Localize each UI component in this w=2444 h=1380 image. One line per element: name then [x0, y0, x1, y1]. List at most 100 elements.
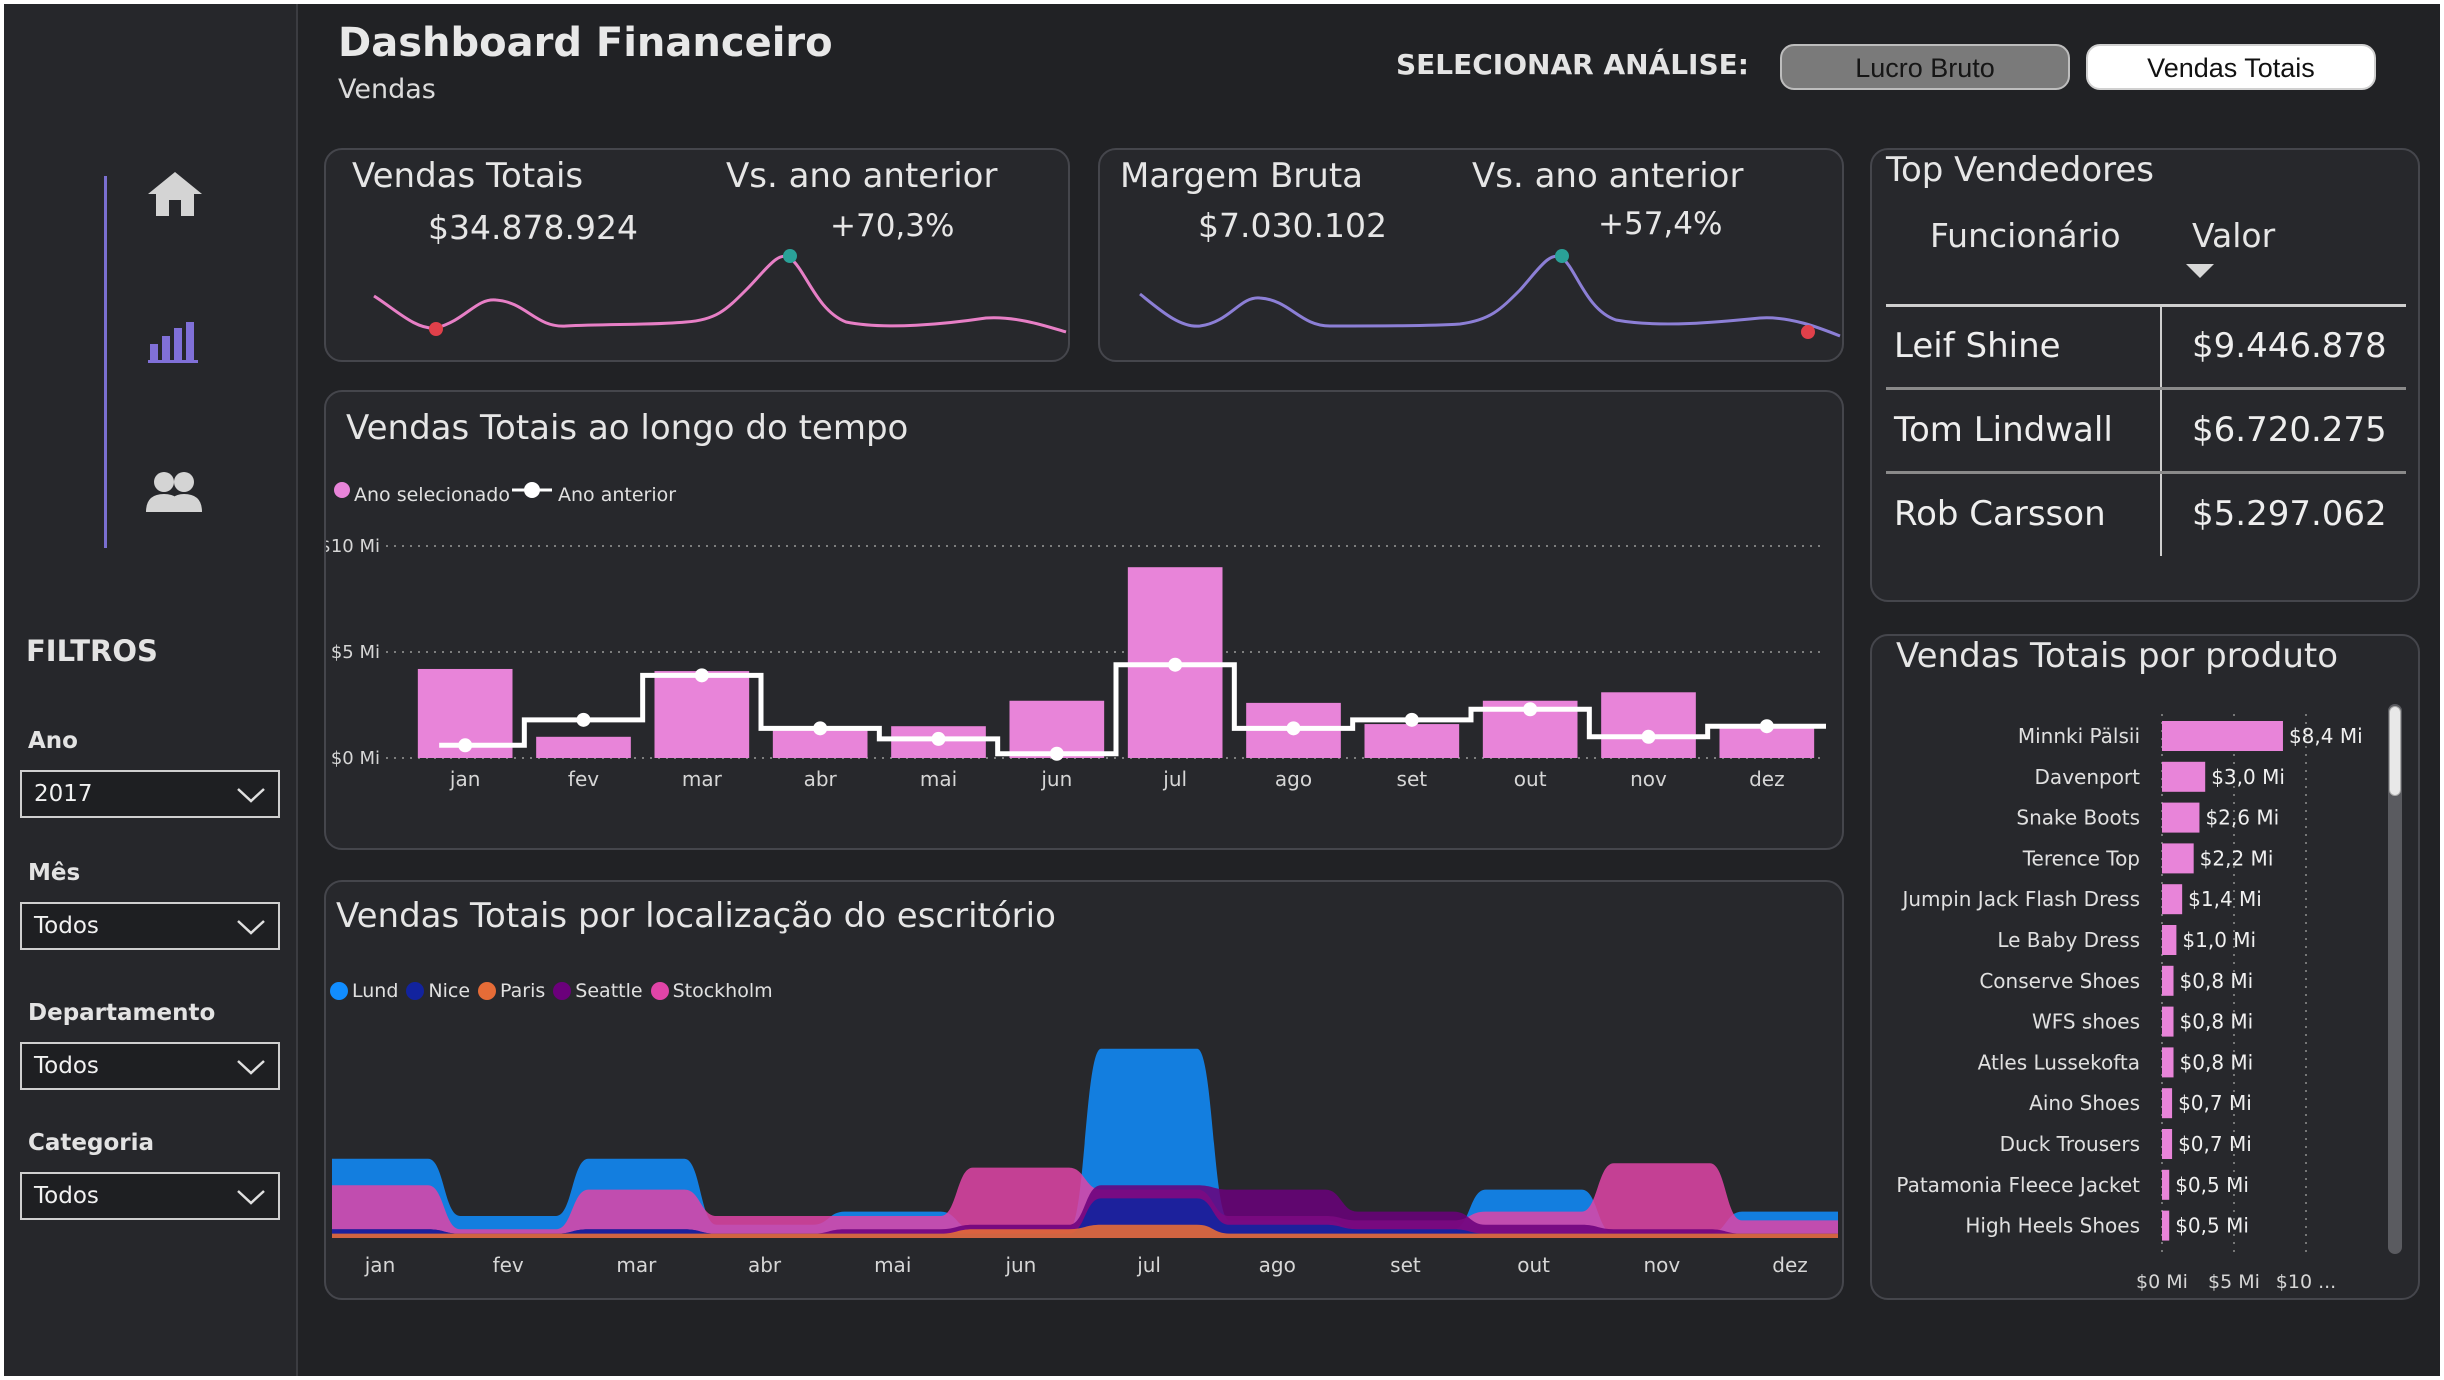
product-value-label: $1,0 Mi — [2182, 928, 2256, 952]
product-label: Davenport — [2035, 765, 2141, 789]
product-bar — [2162, 1088, 2173, 1119]
filter-category-dropdown[interactable]: Todos — [20, 1172, 280, 1220]
product-value-label: $0,5 Mi — [2175, 1173, 2249, 1197]
product-value-label: $0,7 Mi — [2178, 1091, 2252, 1115]
filter-year-dropdown[interactable]: 2017 — [20, 770, 280, 818]
page-subtitle: Vendas — [338, 74, 436, 105]
y-tick-label: $0 Mi — [331, 748, 380, 769]
previous-year-point — [1404, 712, 1419, 727]
chevron-down-icon — [237, 1060, 265, 1075]
kpi-margin-card: Margem Bruta Vs. ano anterior $7.030.102… — [1098, 148, 1844, 362]
table-row[interactable]: Rob Carsson $5.297.062 — [1886, 474, 2406, 558]
x-tick-label: set — [1390, 1253, 1421, 1277]
x-tick-label: ago — [1275, 767, 1312, 791]
previous-year-point — [694, 668, 709, 683]
product-bar — [2162, 925, 2177, 955]
analysis-select-label: SELECIONAR ANÁLISE: — [1396, 48, 1749, 81]
product-label: Terence Top — [2022, 846, 2140, 870]
filter-month-label: Mês — [28, 860, 81, 886]
filter-month-dropdown[interactable]: Todos — [20, 902, 280, 950]
previous-year-point — [1759, 719, 1774, 734]
sales-over-time-chart: $0 Mi $5 Mi $10 Mi jan fev mar abr mai jun jul ago… — [326, 536, 1826, 791]
x-tick-label: fev — [568, 767, 599, 791]
seller-name: Leif Shine — [1894, 326, 2061, 366]
sort-desc-icon[interactable] — [2186, 262, 2214, 280]
filter-month-value: Todos — [34, 913, 99, 939]
x-tick-label: mar — [616, 1253, 657, 1277]
x-tick-label: abr — [804, 767, 838, 791]
filter-category-value: Todos — [34, 1183, 99, 1209]
nav-indicator — [104, 176, 107, 548]
seller-name: Rob Carsson — [1894, 494, 2106, 534]
x-tick-label: $10 ... — [2276, 1271, 2336, 1293]
kpi-sales-card: Vendas Totais Vs. ano anterior $34.878.9… — [324, 148, 1070, 362]
filter-year-value: 2017 — [34, 781, 93, 807]
product-label: High Heels Shoes — [1965, 1214, 2140, 1238]
bar-chart-icon[interactable] — [146, 320, 200, 368]
product-label: Jumpin Jack Flash Dress — [1900, 887, 2140, 911]
filter-department-value: Todos — [34, 1053, 99, 1079]
previous-year-point — [931, 731, 946, 746]
chevron-down-icon — [237, 788, 265, 803]
product-value-label: $0,5 Mi — [2175, 1214, 2249, 1238]
product-bar — [2162, 1129, 2173, 1159]
product-bar — [2162, 721, 2283, 751]
x-tick-label: jul — [1136, 1253, 1161, 1277]
product-label: Le Baby Dress — [1997, 928, 2140, 952]
home-icon[interactable] — [146, 170, 204, 222]
product-bar — [2162, 965, 2174, 996]
previous-year-point — [1641, 729, 1656, 744]
previous-year-point — [1168, 657, 1183, 672]
kpi-sales-sparkline — [373, 249, 1067, 336]
product-bar — [2162, 761, 2206, 792]
bar-selected-year — [1364, 724, 1460, 758]
product-scrollbar-track[interactable] — [2388, 704, 2402, 1254]
product-scrollbar-thumb[interactable] — [2389, 706, 2401, 796]
table-row[interactable]: Tom Lindwall $6.720.275 — [1886, 390, 2406, 474]
filter-department-label: Departamento — [28, 1000, 216, 1026]
product-value-label: $2,2 Mi — [2200, 846, 2274, 870]
previous-year-point — [1523, 702, 1538, 717]
x-tick-label: jul — [1162, 767, 1187, 791]
x-tick-label: jun — [1040, 767, 1072, 791]
product-value-label: $0,7 Mi — [2178, 1132, 2252, 1156]
x-tick-label: mar — [682, 767, 723, 791]
lucro-bruto-button[interactable]: Lucro Bruto — [1780, 44, 2070, 90]
product-label: Snake Boots — [2016, 806, 2140, 830]
x-tick-label: mai — [920, 767, 957, 791]
bar-selected-year — [654, 671, 750, 758]
vendas-totais-button[interactable]: Vendas Totais — [2086, 44, 2376, 90]
top-sellers-title: Top Vendedores — [1886, 150, 2155, 190]
x-tick-label: abr — [748, 1253, 782, 1277]
previous-year-point — [576, 712, 591, 727]
table-row[interactable]: Leif Shine $9.446.878 — [1886, 306, 2406, 390]
seller-value: $6.720.275 — [2192, 410, 2387, 450]
x-tick-label: dez — [1772, 1253, 1808, 1277]
x-tick-label: mai — [874, 1253, 911, 1277]
page-title: Dashboard Financeiro — [338, 20, 833, 66]
col-header-employee[interactable]: Funcionário — [1930, 216, 2121, 255]
users-icon[interactable] — [144, 470, 204, 518]
seller-value: $9.446.878 — [2192, 326, 2387, 366]
previous-year-point — [1049, 746, 1064, 761]
chevron-down-icon — [237, 920, 265, 935]
x-tick-label: nov — [1630, 767, 1667, 791]
col-header-value[interactable]: Valor — [2192, 216, 2275, 255]
filters-title: FILTROS — [26, 634, 158, 668]
x-tick-label: set — [1397, 767, 1428, 791]
product-label: Atles Lussekofta — [1978, 1050, 2140, 1074]
filter-department-dropdown[interactable]: Todos — [20, 1042, 280, 1090]
previous-year-point — [458, 738, 473, 753]
product-value-label: $2,6 Mi — [2205, 806, 2279, 830]
product-label: Conserve Shoes — [1979, 969, 2140, 993]
x-tick-label: $5 Mi — [2208, 1271, 2260, 1293]
product-label: Duck Trousers — [2000, 1132, 2140, 1156]
sales-by-location-chart: jan fev mar abr mai jun jul ago set out nov dez — [332, 1048, 1838, 1277]
product-bar — [2162, 1047, 2174, 1078]
previous-year-point — [1286, 721, 1301, 736]
product-value-label: $0,8 Mi — [2180, 1050, 2254, 1074]
previous-year-point — [813, 721, 828, 736]
kpi-margin-sparkline — [1139, 249, 1841, 339]
filter-year-label: Ano — [28, 728, 78, 754]
x-tick-label: out — [1514, 767, 1547, 791]
